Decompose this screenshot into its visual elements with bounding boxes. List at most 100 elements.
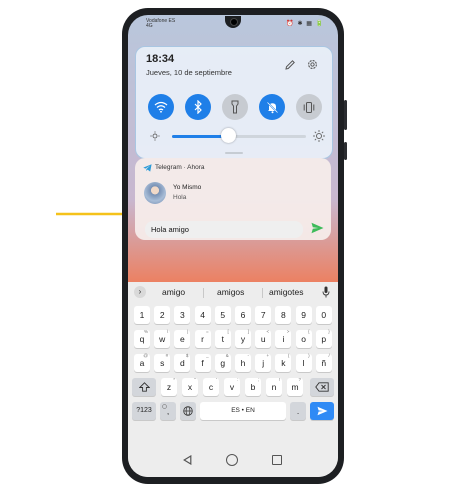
vibrate-toggle[interactable] bbox=[296, 94, 322, 120]
key-label: q bbox=[139, 334, 145, 344]
volume-button bbox=[344, 100, 347, 130]
key-label: v bbox=[229, 382, 235, 392]
key-label: u bbox=[260, 334, 266, 344]
key-label: y bbox=[240, 334, 246, 344]
brightness-slider-track[interactable] bbox=[172, 135, 306, 138]
key-label: 3 bbox=[180, 310, 185, 320]
navigation-bar bbox=[128, 443, 338, 477]
key-secondary-label: > bbox=[286, 329, 290, 334]
key-3[interactable]: 3 bbox=[174, 306, 191, 324]
key-label: 6 bbox=[240, 310, 246, 320]
key-n-tilde[interactable]: ñ / bbox=[315, 353, 332, 372]
key-label: x bbox=[187, 382, 193, 392]
key-6[interactable]: 6 bbox=[235, 306, 251, 324]
key-secondary-label: $ bbox=[185, 353, 189, 358]
shift-icon bbox=[138, 382, 150, 392]
key-g[interactable]: g & bbox=[214, 353, 231, 372]
key-4[interactable]: 4 bbox=[194, 306, 211, 324]
key-j[interactable]: j + bbox=[255, 353, 272, 372]
key-b[interactable]: b; bbox=[245, 377, 261, 396]
send-key[interactable] bbox=[310, 402, 334, 420]
key-label: m bbox=[291, 382, 299, 392]
suggestion-1[interactable]: amigo bbox=[162, 287, 185, 297]
edit-icon[interactable] bbox=[284, 59, 296, 71]
key-secondary-label: % bbox=[143, 329, 148, 334]
key-label: a bbox=[139, 358, 145, 368]
phone-screen: Vodafone ES 4G ⏰ ✱ ▦ 🔋 18:34 Jueves, 10 … bbox=[128, 15, 338, 477]
key-u[interactable]: u < bbox=[255, 329, 272, 348]
key-z[interactable]: z * bbox=[161, 377, 177, 396]
key-2[interactable]: 2 bbox=[154, 306, 171, 324]
key-a[interactable]: a @ bbox=[134, 353, 150, 372]
key-0[interactable]: 0 bbox=[315, 306, 332, 324]
recent-apps-icon[interactable] bbox=[272, 455, 282, 465]
microphone-icon[interactable] bbox=[322, 286, 330, 298]
key-y[interactable]: y] bbox=[235, 329, 251, 348]
key-r[interactable]: r = bbox=[194, 329, 211, 348]
key-w[interactable]: w \ bbox=[154, 329, 171, 348]
key-x[interactable]: x " bbox=[182, 377, 198, 396]
key-o[interactable]: o{ bbox=[295, 329, 312, 348]
telegram-notification[interactable]: Telegram · Ahora Yo Mismo Hola bbox=[135, 158, 331, 240]
key-8[interactable]: 8 bbox=[275, 306, 292, 324]
status-icons: ⏰ ✱ ▦ 🔋 bbox=[286, 21, 324, 27]
home-icon[interactable] bbox=[226, 454, 238, 466]
panel-drag-handle[interactable] bbox=[225, 152, 243, 154]
key-label: r bbox=[201, 334, 205, 344]
key-label: o bbox=[301, 334, 306, 344]
mute-toggle[interactable] bbox=[259, 94, 285, 120]
key-c[interactable]: c ' bbox=[203, 377, 219, 396]
back-icon[interactable] bbox=[183, 455, 192, 465]
reply-input[interactable] bbox=[145, 221, 303, 238]
key-label: w bbox=[159, 334, 166, 344]
key-secondary-label: < bbox=[266, 329, 270, 334]
key-t[interactable]: t[ bbox=[214, 329, 231, 348]
shift-key[interactable] bbox=[132, 378, 156, 396]
backspace-key[interactable] bbox=[310, 378, 334, 396]
key-5[interactable]: 5 bbox=[214, 306, 231, 324]
comma-key[interactable]: , bbox=[160, 402, 176, 420]
key-secondary-label: / bbox=[328, 353, 330, 358]
chevron-right-icon[interactable]: › bbox=[134, 286, 146, 298]
key-f[interactable]: f _ bbox=[194, 353, 211, 372]
key-secondary-label: ' bbox=[216, 377, 217, 382]
key-p[interactable]: p} bbox=[315, 329, 332, 348]
key-label: e bbox=[180, 334, 185, 344]
symbols-key[interactable]: ?123 bbox=[132, 402, 156, 420]
brightness-slider-knob[interactable] bbox=[220, 128, 236, 143]
wifi-toggle[interactable] bbox=[148, 94, 174, 120]
key-1[interactable]: 1 bbox=[134, 306, 150, 324]
key-d[interactable]: d $ bbox=[174, 353, 191, 372]
send-icon[interactable] bbox=[311, 222, 324, 234]
key-i[interactable]: i > bbox=[275, 329, 292, 348]
space-key[interactable]: ES • EN bbox=[200, 402, 286, 420]
key-label: 5 bbox=[220, 310, 226, 320]
bluetooth-toggle[interactable] bbox=[185, 94, 211, 120]
key-7[interactable]: 7 bbox=[255, 306, 272, 324]
clock: 18:34 bbox=[146, 53, 175, 65]
key-h[interactable]: h- bbox=[235, 353, 251, 372]
comma-label: , bbox=[166, 406, 170, 416]
suggestion-divider bbox=[203, 288, 204, 298]
key-k[interactable]: k( bbox=[275, 353, 292, 372]
gear-icon[interactable] bbox=[306, 58, 319, 71]
key-v[interactable]: v: bbox=[224, 377, 240, 396]
key-label: z bbox=[166, 382, 172, 392]
key-label: 4 bbox=[200, 310, 205, 320]
language-key[interactable] bbox=[180, 402, 196, 420]
flashlight-toggle[interactable] bbox=[222, 94, 248, 120]
suggestion-2[interactable]: amigos bbox=[217, 287, 244, 297]
suggestion-3[interactable]: amigotes bbox=[269, 287, 304, 297]
period-key[interactable]: . bbox=[290, 402, 306, 420]
key-9[interactable]: 9 bbox=[295, 306, 312, 324]
notification-time: Ahora bbox=[187, 164, 205, 171]
sender-name: Yo Mismo bbox=[173, 184, 202, 191]
key-l[interactable]: l) bbox=[295, 353, 312, 372]
key-q[interactable]: q% bbox=[134, 329, 150, 348]
key-n[interactable]: n! bbox=[266, 377, 282, 396]
key-secondary-label: ? bbox=[298, 377, 301, 382]
key-label: 2 bbox=[159, 310, 165, 320]
key-s[interactable]: s # bbox=[154, 353, 171, 372]
key-e[interactable]: e | bbox=[174, 329, 191, 348]
key-m[interactable]: m? bbox=[287, 377, 303, 396]
